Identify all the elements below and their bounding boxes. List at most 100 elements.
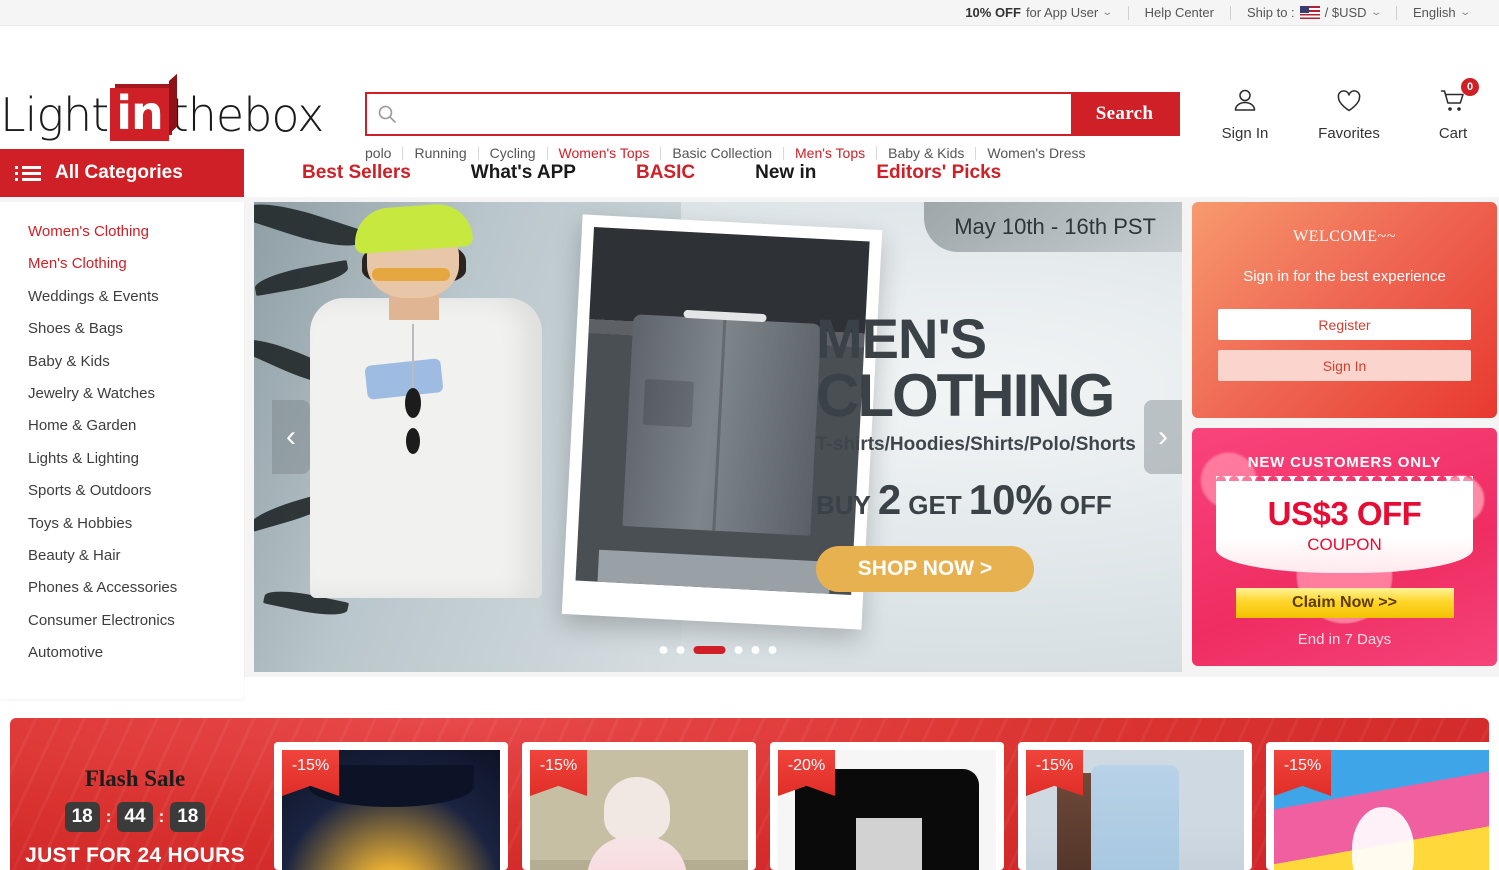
product-card[interactable]: -15%: [1266, 742, 1489, 870]
product-image: -15%: [1026, 750, 1244, 870]
carousel-dot-3-active[interactable]: [693, 646, 726, 654]
hotword-running[interactable]: Running: [414, 145, 466, 161]
claim-now-button[interactable]: Claim Now >>: [1235, 588, 1454, 618]
language-label: English: [1412, 5, 1456, 20]
cart-label: Cart: [1438, 125, 1468, 142]
hotword-polo[interactable]: polo: [365, 145, 391, 161]
chevron-down-icon: ⌄: [1369, 7, 1382, 18]
carousel-dot-1[interactable]: [659, 646, 668, 654]
carousel-dot-5[interactable]: [751, 646, 760, 654]
ship-to-label: Ship to :: [1246, 5, 1295, 20]
hot-keywords: polo Running Cycling Women's Tops Basic …: [365, 145, 1180, 161]
all-categories-button[interactable]: All Categories: [0, 149, 244, 197]
register-button[interactable]: Register: [1218, 309, 1471, 340]
tab-whats-app[interactable]: What's APP: [471, 162, 576, 184]
product-card[interactable]: -15%: [274, 742, 508, 870]
sign-in-button[interactable]: Sign In: [1217, 86, 1273, 142]
favorites-label: Favorites: [1318, 125, 1380, 142]
ship-to-selector[interactable]: Ship to : / $USD ⌄: [1231, 5, 1396, 20]
coupon-word: COUPON: [1307, 535, 1382, 554]
flash-sale-note: JUST FOR 24 HOURS: [25, 844, 245, 867]
sidebar-item-toys-hobbies[interactable]: Toys & Hobbies: [28, 508, 244, 540]
search-button[interactable]: Search: [1071, 94, 1178, 134]
countdown-timer: 18 : 44 : 18: [10, 802, 260, 832]
product-image: -15%: [282, 750, 500, 870]
language-selector[interactable]: English ⌄: [1397, 5, 1485, 20]
countdown-hours: 18: [64, 802, 100, 832]
sidebar-item-mens-clothing[interactable]: Men's Clothing: [28, 248, 244, 280]
welcome-panel: WELCOME~~ Sign in for the best experienc…: [1192, 202, 1497, 418]
sign-in-label: Sign In: [1221, 125, 1269, 142]
help-center-label: Help Center: [1144, 5, 1214, 20]
sidebar-item-womens-clothing[interactable]: Women's Clothing: [28, 216, 244, 248]
hotword-mens-tops[interactable]: Men's Tops: [795, 145, 865, 161]
carousel-dot-6[interactable]: [768, 646, 777, 654]
welcome-subtitle: Sign in for the best experience: [1243, 268, 1446, 285]
product-image: -20%: [778, 750, 996, 870]
flash-sale-section: Flash Sale 18 : 44 : 18 JUST FOR 24 HOUR…: [10, 718, 1489, 870]
app-promo-text: for App User: [1025, 5, 1099, 20]
product-card[interactable]: -15%: [522, 742, 756, 870]
sidebar-item-home-garden[interactable]: Home & Garden: [28, 410, 244, 442]
sidebar-item-weddings-events[interactable]: Weddings & Events: [28, 281, 244, 313]
divider: [402, 146, 404, 160]
site-logo[interactable]: Light in thebox: [0, 87, 324, 142]
banner-subheading: T-shirts/Hoodies/Shirts/Polo/Shorts: [816, 433, 1136, 455]
tab-editors-picks[interactable]: Editors' Picks: [876, 162, 1001, 184]
sidebar-item-consumer-electronics[interactable]: Consumer Electronics: [28, 605, 244, 637]
hotword-cycling[interactable]: Cycling: [490, 145, 536, 161]
carousel-dots: [659, 646, 777, 654]
hotword-basic-collection[interactable]: Basic Collection: [672, 145, 772, 161]
app-promo-strong: 10% OFF: [965, 5, 1021, 20]
sidebar-item-sports-outdoors[interactable]: Sports & Outdoors: [28, 475, 244, 507]
carousel-dot-2[interactable]: [676, 646, 685, 654]
carousel-next-arrow-icon[interactable]: ›: [1144, 400, 1182, 474]
user-icon: [1230, 86, 1260, 121]
flash-sale-info: Flash Sale 18 : 44 : 18 JUST FOR 24 HOUR…: [10, 718, 260, 870]
tab-new-in[interactable]: New in: [755, 162, 816, 184]
product-card[interactable]: -20%: [770, 742, 1004, 870]
coupon-amount: US$3 OFF: [1267, 495, 1422, 532]
divider: [546, 146, 548, 160]
coupon-panel[interactable]: NEW CUSTOMERS ONLY US$3 OFF COUPON Claim…: [1192, 428, 1497, 666]
tab-best-sellers[interactable]: Best Sellers: [302, 162, 411, 184]
sign-in-panel-button[interactable]: Sign In: [1218, 350, 1471, 381]
sidebar-item-automotive[interactable]: Automotive: [28, 637, 244, 669]
banner-copy: MEN'S CLOTHING T-shirts/Hoodies/Shirts/P…: [816, 311, 1182, 592]
top-utility-bar: 10% OFF for App User ⌄ Help Center Ship …: [0, 0, 1499, 26]
help-center-link[interactable]: Help Center: [1129, 5, 1230, 20]
carousel-dot-4[interactable]: [734, 646, 743, 654]
shop-now-button[interactable]: SHOP NOW >: [816, 545, 1034, 592]
tab-basic[interactable]: BASIC: [636, 162, 695, 184]
favorites-button[interactable]: Favorites: [1318, 86, 1380, 142]
hotword-womens-dress[interactable]: Women's Dress: [987, 145, 1085, 161]
sidebar-item-lights-lighting[interactable]: Lights & Lighting: [28, 443, 244, 475]
product-card[interactable]: -15%: [1018, 742, 1252, 870]
cart-count-badge: 0: [1461, 78, 1479, 96]
hotword-baby-kids[interactable]: Baby & Kids: [888, 145, 964, 161]
sidebar-item-phones-accessories[interactable]: Phones & Accessories: [28, 572, 244, 604]
offer-buy-label: BUY: [816, 489, 871, 520]
home-content-row: Women's Clothing Men's Clothing Weddings…: [0, 197, 1499, 699]
sidebar-item-baby-kids[interactable]: Baby & Kids: [28, 346, 244, 378]
sidebar-item-jewelry-watches[interactable]: Jewelry & Watches: [28, 378, 244, 410]
search-area: Search polo Running Cycling Women's Tops…: [365, 92, 1180, 161]
logo-part-light: Light: [0, 87, 109, 142]
menu-list-icon: [15, 165, 41, 181]
divider: [477, 146, 479, 160]
carousel-prev-arrow-icon[interactable]: ‹: [272, 400, 310, 474]
sidebar-item-shoes-bags[interactable]: Shoes & Bags: [28, 313, 244, 345]
banner-date-range: May 10th - 16th PST: [924, 202, 1182, 252]
sidebar-item-beauty-hair[interactable]: Beauty & Hair: [28, 540, 244, 572]
coupon-expiry-text: End in 7 Days: [1297, 631, 1392, 648]
chevron-down-icon: ⌄: [1458, 7, 1471, 18]
hotword-womens-tops[interactable]: Women's Tops: [559, 145, 650, 161]
offer-quantity: 2: [877, 475, 902, 523]
app-promo-dropdown[interactable]: 10% OFF for App User ⌄: [949, 5, 1127, 20]
hero-banner-carousel[interactable]: May 10th - 16th PST MEN'S CLOTHING T-shi…: [254, 202, 1182, 672]
search-icon: [367, 94, 407, 134]
search-input[interactable]: [407, 94, 1071, 134]
cart-button[interactable]: 0 Cart: [1425, 78, 1481, 142]
header-user-actions: Sign In Favorites 0 Cart: [1217, 78, 1481, 142]
all-categories-label: All Categories: [55, 162, 183, 183]
